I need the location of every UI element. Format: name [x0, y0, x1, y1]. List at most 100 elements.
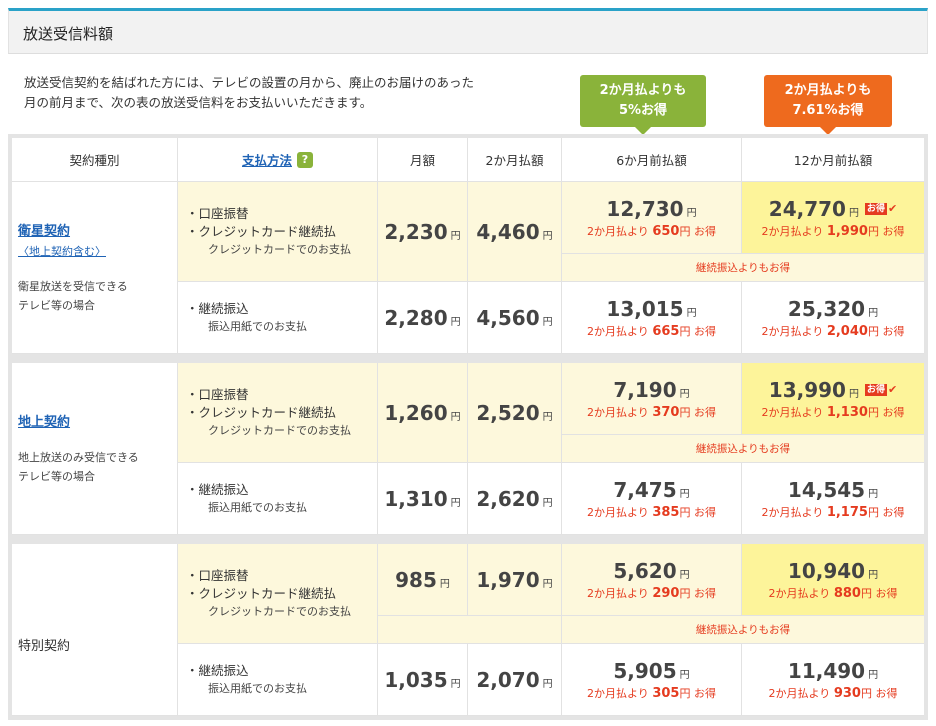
contract-panel-terrestrial: 地上契約 地上放送のみ受信できる テレビ等の場合 ・口座振替 ・クレジットカード… — [12, 363, 924, 535]
fee-table: 契約種別 支払方法 ? 月額 2か月払額 6か月前払額 12か月前払額 衛星契約… — [8, 134, 928, 720]
price-value: 4,460 — [476, 219, 540, 244]
saving-prefix: 2か月払より — [587, 505, 649, 519]
six-month-discount-bubble: 2か月払よりも 5%お得 — [580, 75, 706, 135]
saving-text: 2か月払より 650円 お得 — [587, 223, 716, 239]
saving-amount: 305 — [652, 685, 680, 701]
yen-unit: 円 — [679, 670, 690, 681]
method-line: ・口座振替 — [186, 567, 249, 583]
saving-amount: 2,040 — [826, 323, 868, 339]
saving-prefix: 2か月払より — [761, 505, 824, 519]
header-six-month: 6か月前払額 — [562, 138, 742, 182]
two-month-price: 2,070 円 — [468, 644, 562, 716]
price-value: 5,905 — [613, 658, 677, 683]
saving-suffix: お得 — [882, 505, 905, 519]
header-two-month: 2か月払額 — [468, 138, 562, 182]
yen-unit: 円 — [686, 208, 697, 219]
section-title: 放送受信料額 — [23, 25, 114, 43]
check-icon: ✔ — [887, 383, 898, 396]
transfer-note: 継続振込よりもお得 — [562, 254, 924, 282]
yen-unit: 円 — [542, 679, 553, 690]
two-month-price: 1,970 円 — [468, 544, 562, 616]
contract-name-link[interactable]: 衛星契約 — [18, 220, 171, 239]
yen-unit: 円 — [867, 505, 879, 519]
saving-suffix: お得 — [693, 586, 716, 600]
price-value: 13,015 — [606, 296, 684, 321]
method-line: ・継続振込 — [186, 300, 249, 316]
saving-suffix: お得 — [693, 224, 716, 238]
saving-suffix: お得 — [882, 224, 905, 238]
saving-text: 2か月払より 930円 お得 — [769, 685, 898, 701]
method-line: ・クレジットカード継続払 — [186, 585, 337, 601]
saving-text: 2か月払より 370円 お得 — [587, 404, 716, 420]
method-sub: クレジットカードでのお支払 — [208, 604, 351, 618]
saving-prefix: 2か月払より — [761, 224, 824, 238]
payment-method-account: ・口座振替 ・クレジットカード継続払 クレジットカードでのお支払 — [178, 363, 378, 463]
yen-unit: 円 — [450, 317, 461, 328]
price-value: 12,730 — [606, 196, 684, 221]
saving-prefix: 2か月払より — [587, 324, 649, 338]
contract-name-link[interactable]: 地上契約 — [18, 411, 171, 430]
contract-desc-line: 衛星放送を受信できる — [18, 280, 128, 293]
saving-text: 2か月払より 305円 お得 — [587, 685, 716, 701]
price-value: 13,990 — [768, 377, 846, 402]
saving-suffix: お得 — [693, 324, 716, 338]
saving-prefix: 2か月払より — [587, 686, 649, 700]
otoku-badge: お得 — [864, 202, 887, 215]
yen-unit: 円 — [868, 308, 879, 319]
help-icon[interactable]: ? — [297, 151, 313, 168]
table-header-row: 契約種別 支払方法 ? 月額 2か月払額 6か月前払額 12か月前払額 — [12, 138, 924, 182]
yen-unit: 円 — [679, 505, 691, 519]
saving-text: 2か月払より 880円 お得 — [769, 585, 898, 601]
saving-amount: 370 — [652, 404, 680, 420]
six-month-price: 12,730 円 2か月払より 650円 お得 — [562, 182, 742, 254]
two-month-price: 2,620 円 — [468, 463, 562, 535]
method-sub: 振込用紙でのお支払 — [208, 319, 307, 333]
two-month-price: 2,520 円 — [468, 363, 562, 463]
yen-unit: 円 — [867, 405, 879, 419]
yen-unit: 円 — [868, 670, 879, 681]
price-value: 1,310 — [384, 486, 448, 511]
twelve-month-price: 11,490 円 2か月払より 930円 お得 — [742, 644, 924, 716]
saving-prefix: 2か月払より — [761, 324, 824, 338]
method-sub: 振込用紙でのお支払 — [208, 500, 307, 514]
header-contract-type: 契約種別 — [12, 138, 178, 182]
price-value: 11,490 — [787, 658, 866, 683]
intro-line-2: 月の前月まで、次の表の放送受信料をお支払いいただきます。 — [24, 95, 373, 110]
payment-method-transfer: ・継続振込 振込用紙でのお支払 — [178, 644, 378, 716]
saving-suffix: お得 — [875, 586, 898, 600]
contract-sub-link[interactable]: 〈地上契約含む〉 — [18, 243, 171, 259]
price-value: 24,770 — [768, 196, 846, 221]
contract-description: 地上放送のみ受信できる テレビ等の場合 — [18, 448, 171, 486]
saving-suffix: お得 — [882, 324, 905, 338]
payment-method-link[interactable]: 支払方法 — [242, 150, 292, 169]
bubble-twelve-line-1: 2か月払よりも — [784, 83, 872, 98]
yen-unit: 円 — [848, 208, 859, 219]
saving-text: 2か月払より 385円 お得 — [587, 504, 716, 520]
contract-cell: 衛星契約 〈地上契約含む〉 衛星放送を受信できる テレビ等の場合 — [12, 182, 178, 354]
otoku-badge: お得 — [864, 383, 887, 396]
saving-amount: 665 — [652, 323, 680, 339]
saving-suffix: お得 — [875, 686, 898, 700]
saving-prefix: 2か月払より — [768, 686, 831, 700]
twelve-month-discount-bubble: 2か月払よりも 7.61%お得 — [764, 75, 892, 135]
payment-method-account: ・口座振替 ・クレジットカード継続払 クレジットカードでのお支払 — [178, 182, 378, 282]
yen-unit: 円 — [860, 586, 872, 600]
price-value: 14,545 — [787, 477, 866, 502]
contract-description: 衛星放送を受信できる テレビ等の場合 — [18, 277, 171, 315]
price-value: 7,190 — [613, 377, 677, 402]
price-value: 985 — [395, 567, 437, 592]
saving-amount: 880 — [833, 585, 861, 601]
method-line: ・口座振替 — [186, 386, 249, 402]
price-value: 2,520 — [476, 400, 540, 425]
yen-unit: 円 — [679, 324, 691, 338]
payment-method-transfer: ・継続振込 振込用紙でのお支払 — [178, 463, 378, 535]
header-payment-method: 支払方法 ? — [178, 138, 378, 182]
method-sub: クレジットカードでのお支払 — [208, 242, 351, 256]
transfer-note: 継続振込よりもお得 — [562, 616, 924, 644]
saving-prefix: 2か月払より — [761, 405, 824, 419]
method-line: ・継続振込 — [186, 481, 249, 497]
intro-line-1: 放送受信契約を結ばれた方には、テレビの設置の月から、廃止のお届けのあった — [24, 75, 475, 90]
contract-desc-line: テレビ等の場合 — [18, 470, 95, 483]
method-sub: クレジットカードでのお支払 — [208, 423, 351, 437]
price-value: 2,280 — [384, 305, 448, 330]
